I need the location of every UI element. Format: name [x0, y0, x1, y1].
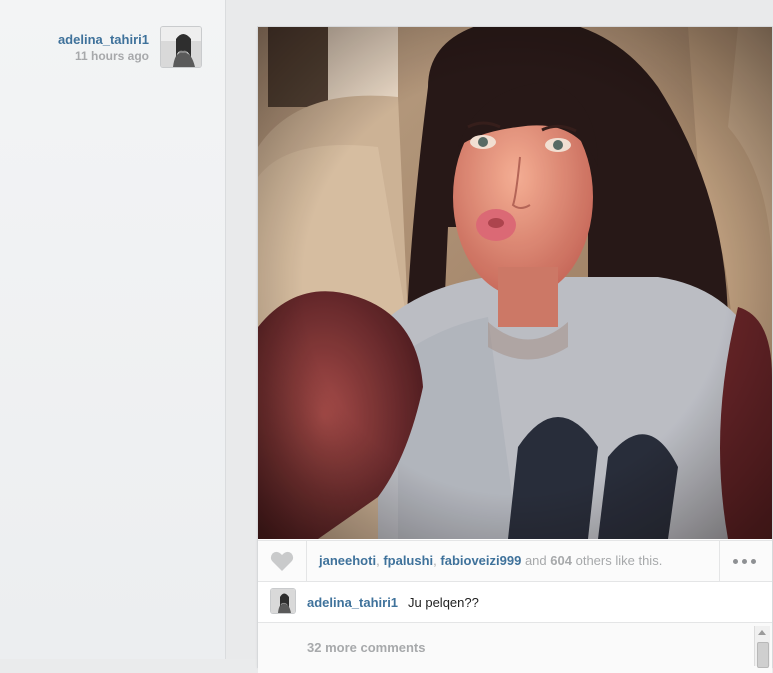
likes-and: and: [524, 553, 547, 568]
likes-bar: janeehoti, fpalushi, fabioveizi999 and 6…: [258, 540, 772, 582]
scroll-up-arrow-icon[interactable]: [758, 630, 766, 635]
caption-username-link[interactable]: adelina_tahiri1: [307, 595, 398, 610]
comments-scrollbar[interactable]: [754, 626, 770, 668]
caption-row: adelina_tahiri1 Ju pelqen??: [258, 582, 772, 622]
likes-suffix: others like this.: [575, 553, 663, 568]
more-options-icon: [742, 559, 747, 564]
more-options-icon: [751, 559, 756, 564]
liker-link[interactable]: janeehoti: [319, 553, 376, 568]
owner-username-link[interactable]: adelina_tahiri1: [58, 32, 149, 47]
comments-area: 32 more comments: [258, 622, 772, 673]
likes-summary: janeehoti, fpalushi, fabioveizi999 and 6…: [319, 553, 662, 568]
liker-link[interactable]: fabioveizi999: [440, 553, 521, 568]
post-timestamp[interactable]: 11 hours ago: [75, 49, 149, 63]
owner-avatar[interactable]: [161, 27, 201, 67]
post-photo[interactable]: [258, 27, 772, 539]
post-card: janeehoti, fpalushi, fabioveizi999 and 6…: [258, 27, 772, 673]
more-comments-link[interactable]: 32 more comments: [307, 640, 426, 655]
caption-avatar[interactable]: [271, 589, 295, 613]
scrollbar-thumb[interactable]: [757, 642, 769, 668]
likes-others-count[interactable]: 604: [550, 553, 572, 568]
more-options-button[interactable]: [719, 541, 772, 581]
more-options-icon: [733, 559, 738, 564]
heart-icon: [270, 551, 294, 571]
liker-link[interactable]: fpalushi: [383, 553, 433, 568]
caption-text: Ju pelqen??: [408, 595, 479, 610]
like-button[interactable]: [258, 541, 307, 581]
sidebar: [0, 0, 225, 659]
